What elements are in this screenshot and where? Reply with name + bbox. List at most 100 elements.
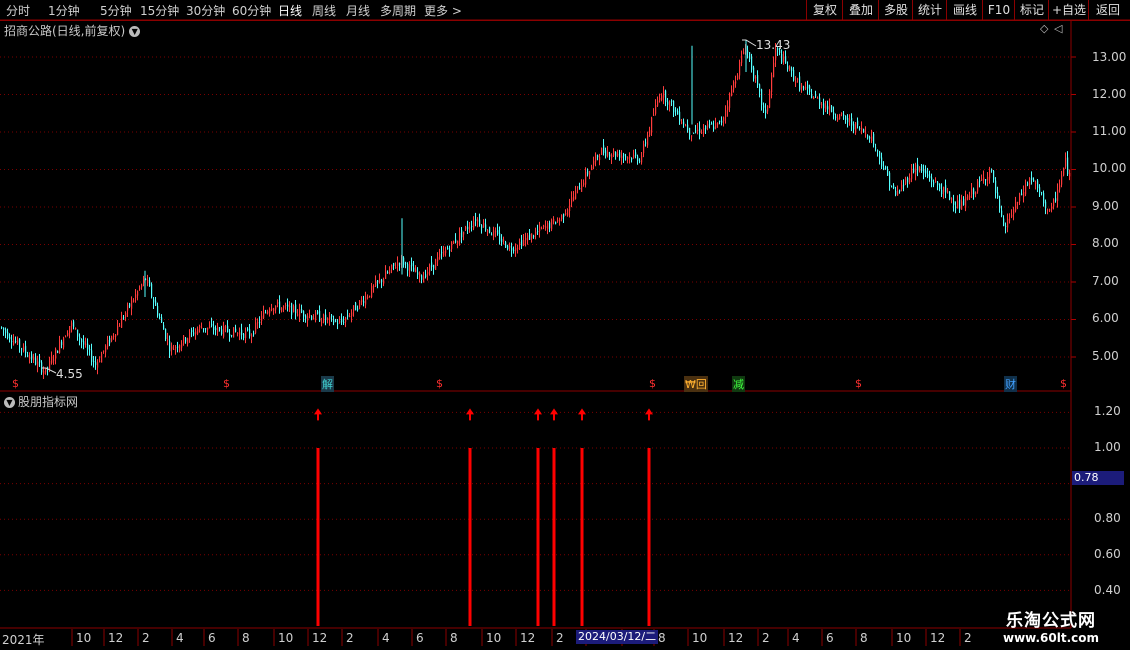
- candle-body: [395, 267, 397, 269]
- candle-body: [81, 339, 83, 343]
- candle-body: [625, 156, 627, 158]
- candle-body: [1065, 157, 1067, 167]
- reduce-marker[interactable]: 减: [732, 376, 745, 392]
- candle-body: [129, 303, 131, 307]
- candle-body: [869, 137, 871, 139]
- candle-body: [409, 264, 411, 271]
- candle-body: [831, 105, 833, 112]
- candle-body: [319, 310, 321, 322]
- candle-body: [53, 359, 55, 361]
- dividend-marker[interactable]: $: [436, 377, 443, 390]
- candle-body: [355, 302, 357, 311]
- candle-body: [717, 122, 719, 125]
- candle-body: [557, 219, 559, 222]
- candle-body: [1001, 210, 1003, 216]
- candle-body: [337, 323, 339, 325]
- candle-body: [441, 252, 443, 254]
- candle-body: [307, 316, 309, 321]
- candle-body: [971, 188, 973, 195]
- candle-body: [23, 346, 25, 351]
- candle-body: [521, 240, 523, 247]
- dividend-marker[interactable]: $: [223, 377, 230, 390]
- candle-body: [11, 341, 13, 343]
- candle-body: [1055, 198, 1057, 202]
- candle-body: [455, 239, 457, 243]
- candle-body: [927, 174, 929, 177]
- dividend-marker[interactable]: $: [855, 377, 862, 390]
- candle-body: [403, 257, 405, 265]
- candle-body: [123, 317, 125, 319]
- date-tick: 12: [108, 631, 124, 645]
- candle-body: [581, 185, 583, 192]
- candle-body: [981, 178, 983, 181]
- candle-body: [321, 321, 323, 323]
- buyback-marker[interactable]: ₩回: [684, 376, 708, 392]
- candle-body: [1045, 201, 1047, 208]
- candle-body: [1049, 209, 1051, 211]
- candle-body: [751, 56, 753, 70]
- candle-body: [591, 166, 593, 171]
- candle-body: [175, 346, 177, 349]
- candle-body: [965, 196, 967, 208]
- candle-body: [367, 296, 369, 298]
- dividend-marker[interactable]: $: [1060, 377, 1067, 390]
- candle-body: [567, 209, 569, 216]
- dividend-marker[interactable]: $: [649, 377, 656, 390]
- candle-body: [33, 356, 35, 360]
- candle-body: [577, 186, 579, 188]
- candle-body: [87, 343, 89, 350]
- candle-body: [513, 249, 515, 252]
- candle-body: [863, 129, 865, 132]
- candle-body: [241, 329, 243, 335]
- candle-body: [1057, 189, 1059, 202]
- dividend-marker[interactable]: $: [12, 377, 19, 390]
- candle-body: [3, 327, 5, 330]
- candle-body: [369, 295, 371, 297]
- date-tick: 12: [930, 631, 946, 645]
- candle-body: [439, 253, 441, 259]
- candle-body: [25, 345, 27, 353]
- candle-body: [853, 124, 855, 130]
- candle-body: [489, 227, 491, 233]
- candle-body: [645, 142, 647, 144]
- candle-body: [889, 172, 891, 186]
- unlock-marker[interactable]: 解: [321, 376, 334, 392]
- date-tick: 4: [792, 631, 800, 645]
- candle-body: [925, 170, 927, 174]
- candle-body: [555, 221, 557, 225]
- candle-body: [639, 160, 641, 162]
- candle-body: [951, 198, 953, 200]
- candle-body: [615, 152, 617, 157]
- candle-body: [909, 178, 911, 183]
- candle-body: [249, 329, 251, 337]
- candle-body: [285, 305, 287, 307]
- financial-report-marker[interactable]: 财: [1004, 376, 1017, 392]
- candle-body: [857, 120, 859, 126]
- date-tick: 12: [728, 631, 744, 645]
- candle-body: [275, 305, 277, 310]
- candle-body: [723, 117, 725, 122]
- candle-body: [511, 247, 513, 251]
- date-tick: 8: [658, 631, 666, 645]
- candle-body: [31, 354, 33, 360]
- candle-body: [381, 279, 383, 283]
- indicator-tick: 0.80: [1094, 511, 1121, 525]
- candle-body: [301, 309, 303, 313]
- candle-body: [1007, 218, 1009, 228]
- candle-body: [827, 106, 829, 110]
- candle-body: [309, 314, 311, 316]
- candle-body: [541, 228, 543, 230]
- candle-body: [113, 335, 115, 337]
- chevron-down-icon[interactable]: ▼: [4, 397, 15, 408]
- candle-body: [461, 230, 463, 238]
- candle-body: [697, 129, 699, 131]
- candle-body: [231, 335, 233, 337]
- candle-body: [563, 213, 565, 218]
- candle-body: [349, 315, 351, 317]
- candle-body: [347, 315, 349, 317]
- candle-body: [501, 238, 503, 243]
- candle-body: [111, 336, 113, 342]
- date-tick: 6: [826, 631, 834, 645]
- candle-body: [757, 75, 759, 85]
- candle-body: [225, 326, 227, 328]
